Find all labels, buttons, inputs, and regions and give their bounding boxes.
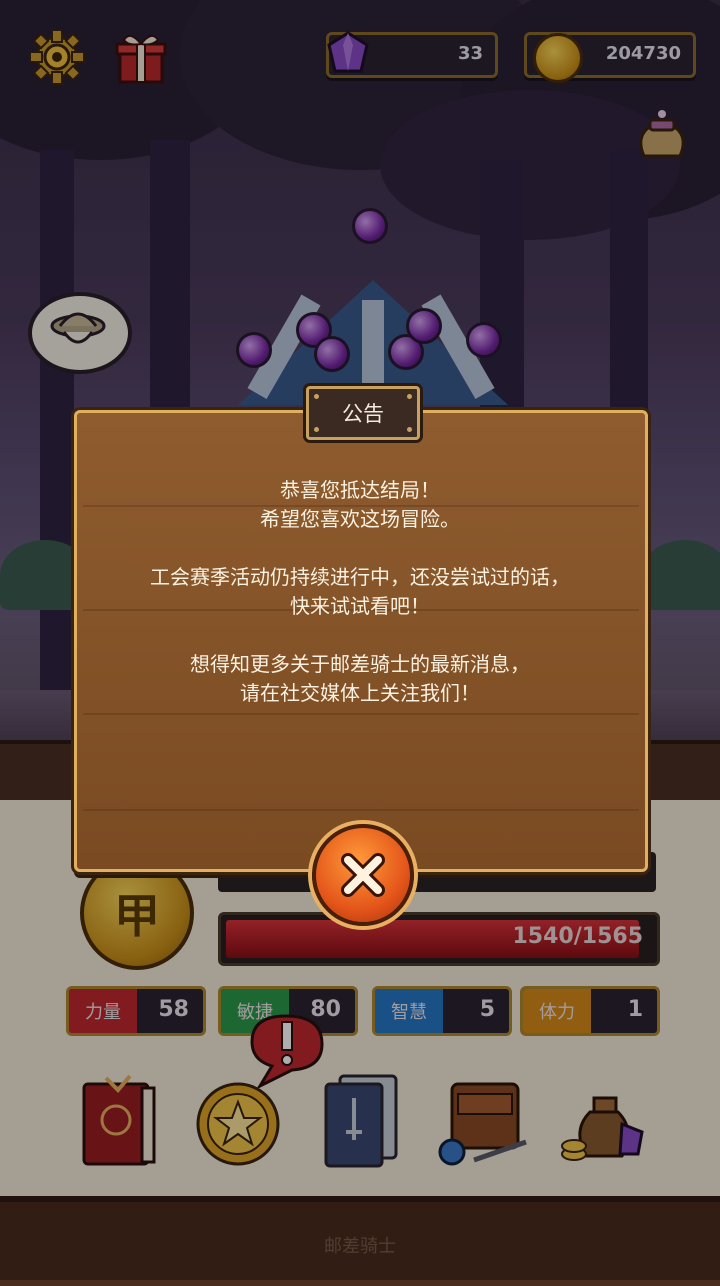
message-line: 工会赛季活动仍持续进行中，还没尝试过的话， (150, 565, 570, 589)
message-line: 希望您喜欢这场冒险。 (260, 507, 460, 531)
message-line: 快来试试看吧！ (290, 594, 430, 618)
message-line: 想得知更多关于邮差骑士的最新消息， (190, 652, 530, 676)
dialog-title-text: 公告 (342, 402, 384, 426)
dialog-message: 恭喜您抵达结局！ 希望您喜欢这场冒险。 工会赛季活动仍持续进行中，还没尝试过的话… (74, 476, 646, 737)
close-icon (341, 853, 385, 897)
dialog-title: 公告 (306, 386, 420, 440)
message-line: 请在社交媒体上关注我们！ (240, 681, 480, 705)
message-line: 恭喜您抵达结局！ (280, 478, 440, 502)
close-button[interactable] (312, 824, 414, 926)
